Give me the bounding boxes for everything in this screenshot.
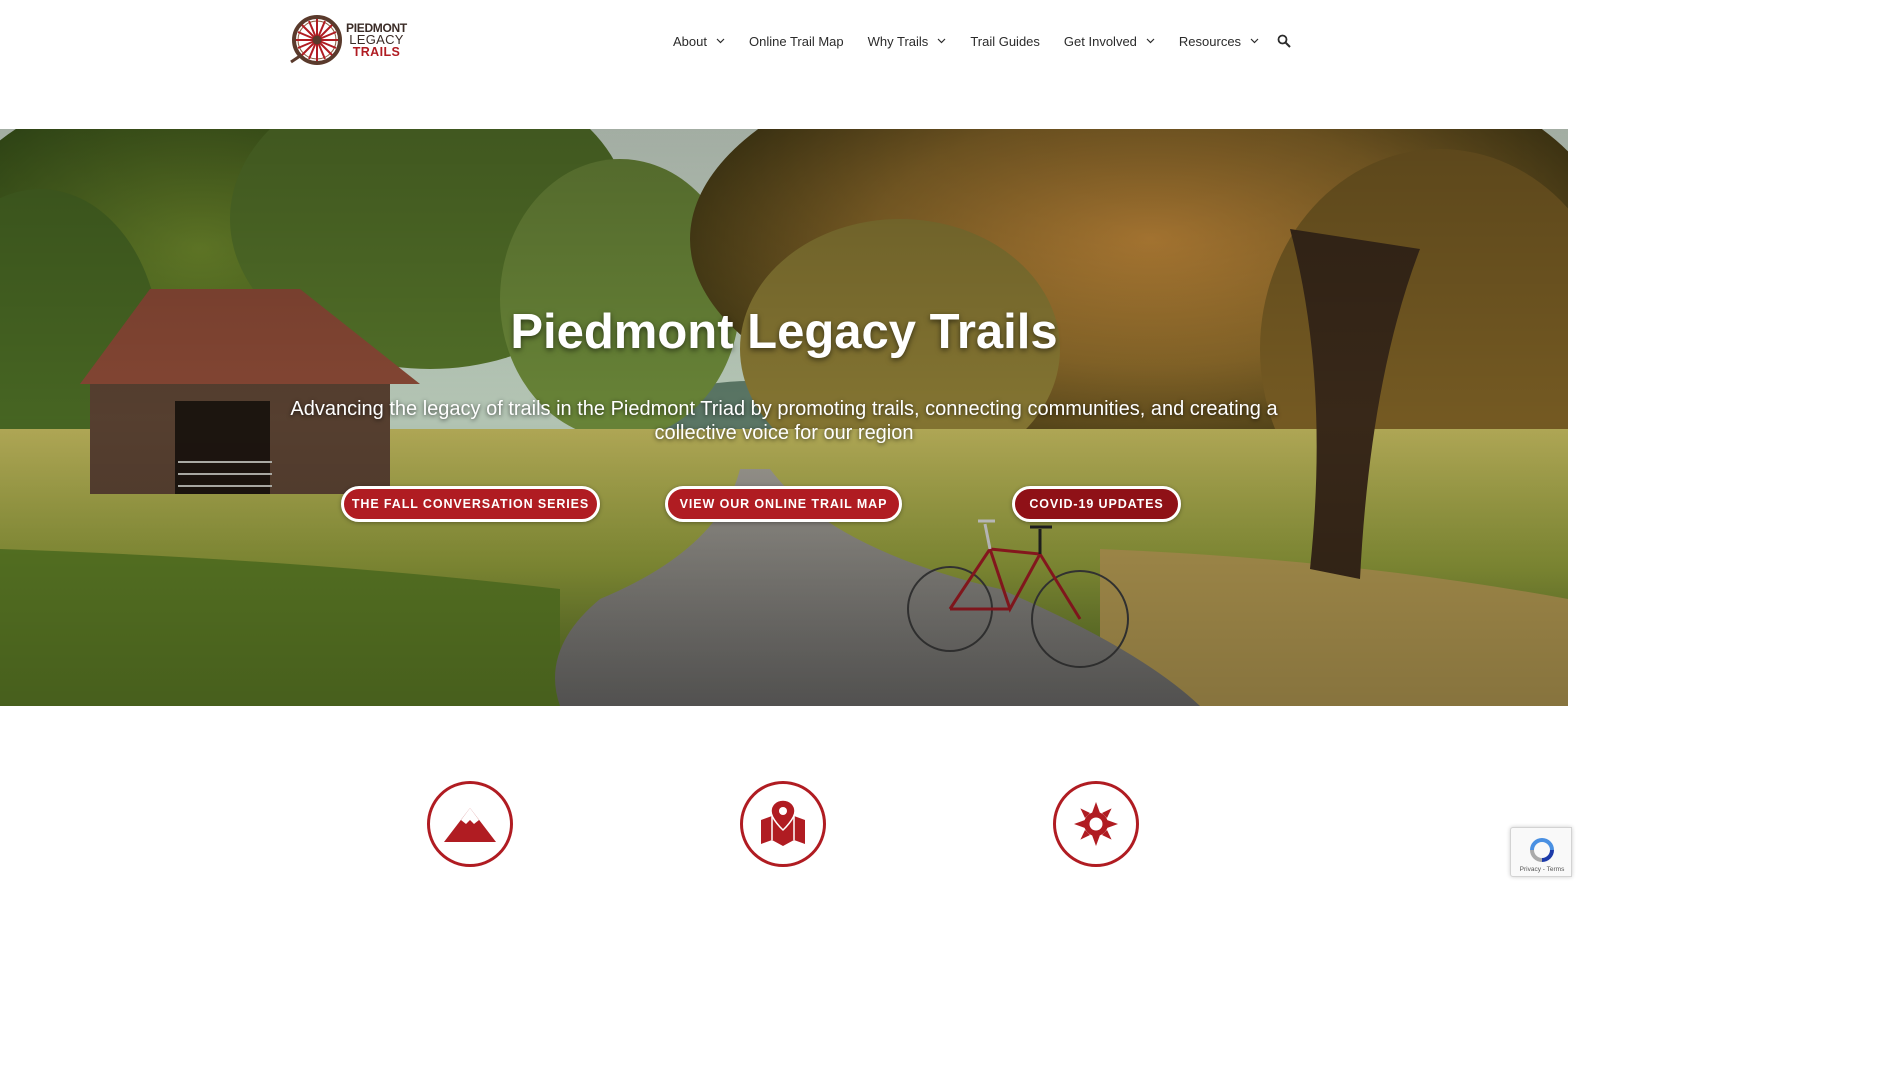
nav-item-online-trail-map[interactable]: Online Trail Map: [737, 34, 856, 49]
chevron-down-icon: [1250, 38, 1259, 44]
nav-item-why-trails[interactable]: Why Trails: [856, 34, 959, 49]
wagon-wheel-logo-icon: [290, 15, 342, 65]
map-pin-icon[interactable]: [739, 780, 827, 868]
mountain-icon[interactable]: [426, 780, 514, 868]
chevron-down-icon: [937, 38, 946, 44]
sun-icon[interactable]: [1052, 780, 1140, 868]
covid-19-updates-button[interactable]: COVID-19 UPDATES: [1012, 486, 1181, 522]
nav-label: Online Trail Map: [748, 33, 844, 49]
nav-item-trail-guides[interactable]: Trail Guides: [958, 34, 1052, 49]
logo-wordmark: PIEDMONT LEGACY TRAILS: [346, 22, 407, 58]
chevron-down-icon: [1146, 38, 1155, 44]
nav-label: Get Involved: [1063, 33, 1137, 49]
nav-label: About: [673, 33, 707, 49]
site-logo[interactable]: PIEDMONT LEGACY TRAILS: [288, 12, 418, 68]
chevron-down-icon: [716, 38, 725, 44]
hero-title: Piedmont Legacy Trails: [510, 305, 1058, 359]
hero-subtitle: Advancing the legacy of trails in the Pi…: [290, 398, 1278, 444]
recaptcha-links[interactable]: Privacy - Terms: [1511, 866, 1573, 873]
recaptcha-badge[interactable]: Privacy - Terms: [1510, 827, 1572, 877]
site-header: PIEDMONT LEGACY TRAILS About Online Trai…: [0, 0, 1568, 129]
fall-conversation-series-button[interactable]: THE FALL CONVERSATION SERIES: [341, 486, 600, 522]
nav-label: Resources: [1178, 33, 1242, 49]
logo-text-trails: TRAILS: [352, 45, 401, 59]
search-icon[interactable]: [1277, 34, 1291, 48]
main-nav: About Online Trail Map Why Trails Trail …: [661, 28, 1291, 54]
nav-item-get-involved[interactable]: Get Involved: [1052, 34, 1167, 49]
view-online-trail-map-button[interactable]: VIEW OUR ONLINE TRAIL MAP: [665, 486, 902, 522]
nav-item-about[interactable]: About: [661, 34, 737, 49]
nav-label: Why Trails: [867, 33, 929, 49]
hero-section: Piedmont Legacy Trails Advancing the leg…: [0, 129, 1568, 706]
recaptcha-icon: [1530, 838, 1554, 862]
nav-label: Trail Guides: [970, 33, 1040, 49]
nav-item-resources[interactable]: Resources: [1167, 34, 1271, 49]
